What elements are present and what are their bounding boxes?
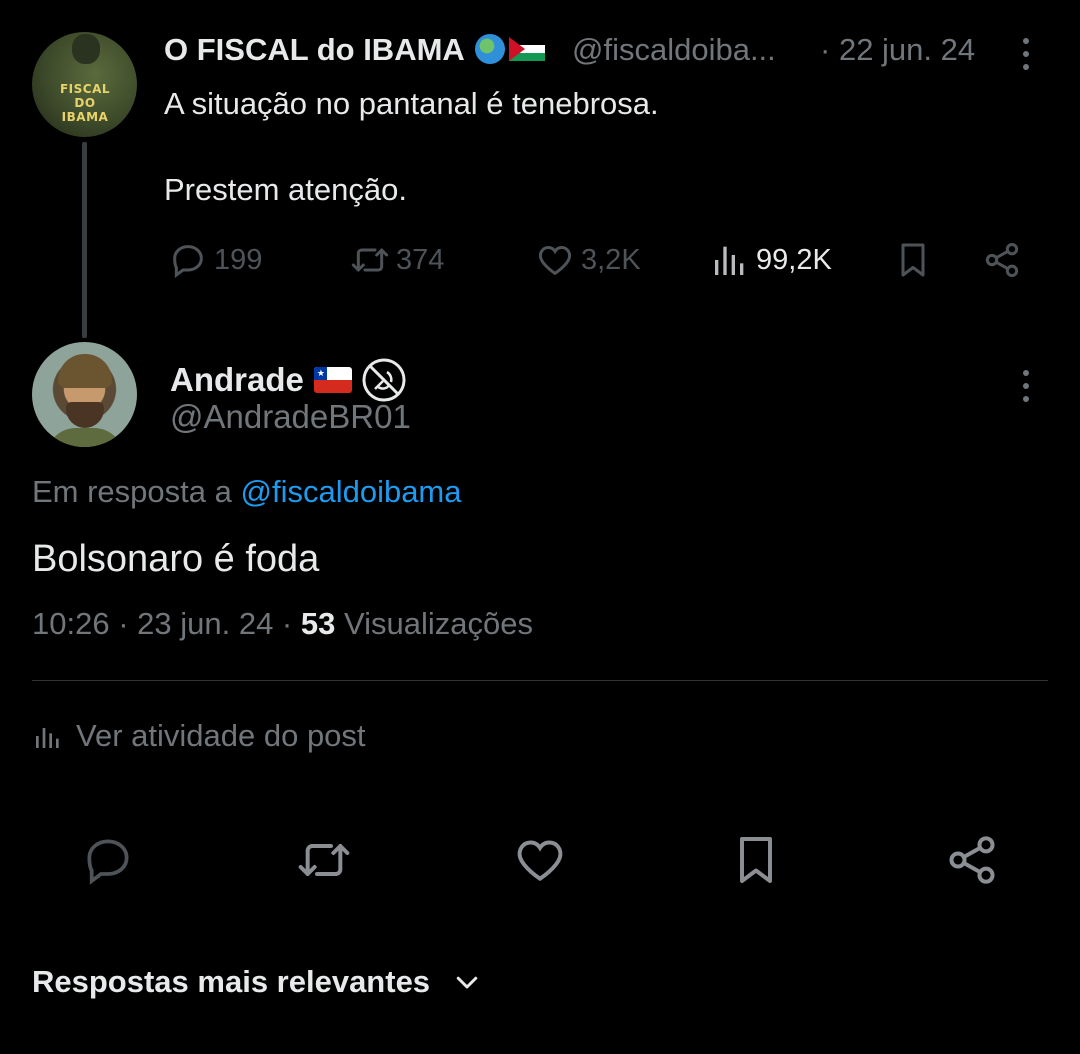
parent-share-button[interactable] [982,238,1028,282]
post-activity-link[interactable]: Ver atividade do post [32,718,366,754]
views-icon [36,728,59,748]
reply-button[interactable] [80,832,136,888]
meta-separator: · [109,606,138,641]
reply-author-name[interactable]: Andrade ★ [170,356,408,404]
parent-date-text: 22 jun. 24 [838,32,976,67]
date-separator: · [820,32,831,67]
bookmark-button[interactable] [728,832,784,888]
reply-icon [87,839,129,885]
repost-icon [351,248,389,272]
no-communism-icon [362,358,406,402]
reply-meta: 10:26 · 23 jun. 24 · 53 Visualizações [32,606,533,642]
reply-author-name-text: Andrade [170,361,304,398]
parent-like-count: 3,2K [581,243,641,276]
parent-views-count: 99,2K [756,243,832,276]
globe-icon [474,34,505,64]
post-activity-label: Ver atividade do post [76,718,366,753]
in-reply-prefix: Em resposta a [32,474,241,509]
reply-views-label: Visualizações [335,606,533,641]
in-reply-handle-link[interactable]: @fiscaldoibama [240,474,461,509]
reply-more-icon[interactable] [1016,368,1036,404]
reply-handle[interactable]: @AndradeBR01 [170,398,411,436]
parent-like-button[interactable]: 3,2K [535,238,641,282]
repost-icon [298,844,350,876]
avatar-figure [72,34,100,64]
like-button[interactable] [512,832,568,888]
reply-avatar[interactable] [32,342,137,447]
share-button[interactable] [944,832,1000,888]
parent-handle[interactable]: @fiscaldoiba... [572,32,776,68]
chile-flag-icon: ★ [313,367,352,393]
in-reply-to: Em resposta a @fiscaldoibama [32,474,462,510]
like-icon [517,840,563,882]
reply-time[interactable]: 10:26 [32,606,110,641]
palestine-flag-icon [508,37,545,61]
repost-button[interactable] [296,832,352,888]
avatar-cap [58,354,112,388]
views-icon [715,246,744,275]
reply-icon [173,245,203,278]
bookmark-icon [740,837,772,883]
avatar-coat [46,428,124,447]
parent-more-icon[interactable] [1016,36,1036,72]
parent-avatar[interactable]: FISCAL DO IBAMA [32,32,137,137]
sort-replies-dropdown[interactable]: Respostas mais relevantes [32,964,482,1000]
parent-date[interactable]: · 22 jun. 24 [820,32,975,68]
reply-text: Bolsonaro é foda [32,538,320,580]
chevron-down-icon [456,976,478,989]
parent-bookmark-button[interactable] [893,238,939,282]
avatar-text: FISCAL DO IBAMA [59,82,111,124]
thread-line [82,142,87,338]
parent-reply-count: 199 [214,243,263,276]
meta-separator: · [273,606,301,641]
parent-author-name[interactable]: O FISCAL do IBAMA [164,32,545,68]
reply-views-count: 53 [300,606,336,641]
parent-repost-count: 374 [396,243,445,276]
parent-views-button[interactable]: 99,2K [710,238,832,282]
sort-label: Respostas mais relevantes [32,964,431,999]
divider [32,680,1048,681]
share-icon [949,836,995,884]
avatar-beard [66,402,104,428]
reply-date[interactable]: 23 jun. 24 [137,606,273,641]
like-icon [538,245,572,276]
share-icon [985,243,1019,277]
parent-reply-button[interactable]: 199 [168,238,262,282]
parent-author-name-text: O FISCAL do IBAMA [164,32,465,67]
parent-text-line2: Prestem atenção. [164,172,407,207]
parent-repost-button[interactable]: 374 [350,238,444,282]
bookmark-icon [901,243,925,277]
parent-text-line1: A situação no pantanal é tenebrosa. [164,86,659,121]
